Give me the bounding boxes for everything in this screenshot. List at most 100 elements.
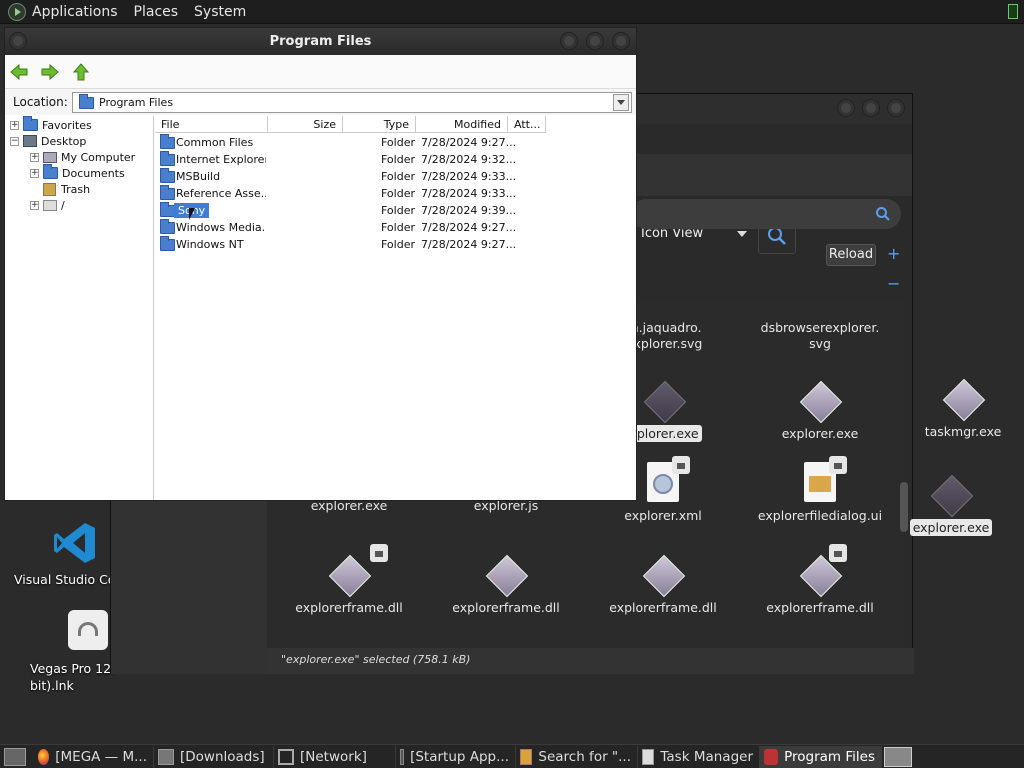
maximize-button[interactable] [586, 32, 604, 50]
tree-node-documents[interactable]: + Documents [30, 164, 125, 181]
minimize-button[interactable] [837, 99, 855, 117]
exe-file-icon [645, 382, 683, 420]
taskbar-item-network[interactable]: [Network] [274, 745, 396, 768]
taskbar-item-label: Program Files [784, 748, 875, 765]
file-label: taskmgr.exe [924, 424, 1002, 439]
file-row[interactable]: MSBuild Folder 7/28/2024 9:33... [155, 168, 636, 185]
file-row[interactable]: Internet Explorer Folder 7/28/2024 9:32.… [155, 151, 636, 168]
reload-button[interactable]: Reload [826, 244, 876, 266]
column-header-attributes[interactable]: Att... [508, 116, 546, 133]
file-item[interactable]: explorerframe.dll [588, 556, 738, 616]
taskbar-item-search[interactable]: Search for "... [516, 745, 638, 768]
file-label: explorerframe.dll [452, 600, 560, 615]
file-row-selected[interactable]: Sony Folder 7/28/2024 9:39... [155, 202, 636, 220]
forward-arrow-icon[interactable] [41, 63, 59, 81]
file-row[interactable]: Windows NT Folder 7/28/2024 9:27... [155, 236, 636, 253]
file-item[interactable]: dsbrowserexplorer. svg [745, 302, 895, 352]
tree-expander[interactable]: + [10, 120, 19, 130]
tray-indicator-icon[interactable] [1008, 4, 1018, 19]
folder-icon [160, 202, 175, 217]
column-header-file[interactable]: File [155, 116, 268, 133]
zoom-out-icon[interactable]: − [887, 274, 900, 293]
taskbar: [MEGA — M... [Downloads] [Network] [Star… [0, 744, 1024, 768]
network-icon [278, 748, 294, 765]
location-combobox[interactable]: Program Files [72, 92, 632, 113]
dll-file-icon [487, 556, 525, 594]
file-label: explorerframe.dll [766, 600, 874, 615]
chevron-down-icon[interactable] [737, 231, 747, 237]
task-manager-icon [642, 748, 655, 765]
taskbar-item-label: [Network] [300, 748, 367, 765]
file-item[interactable]: explorerfiledialog.ui [745, 456, 895, 524]
location-value: Program Files [99, 96, 174, 109]
file-label: explorerframe.dll [295, 600, 403, 615]
tree-node-favorites[interactable]: + Favorites [10, 116, 92, 133]
taskbar-item-label: [MEGA — M... [55, 748, 147, 765]
taskbar-item-downloads[interactable]: [Downloads] [154, 745, 274, 768]
file-row[interactable]: Reference Asse... Folder 7/28/2024 9:33.… [155, 185, 636, 202]
search-icon [768, 227, 786, 245]
minimize-button[interactable] [560, 32, 578, 50]
exe-file-icon [944, 380, 982, 418]
dll-file-icon [644, 556, 682, 594]
column-header-modified[interactable]: Modified [416, 116, 508, 133]
taskbar-item-mega[interactable]: [MEGA — M... [34, 745, 154, 768]
lock-icon [829, 544, 847, 562]
tree-node-trash[interactable]: Trash [43, 181, 90, 197]
up-arrow-icon[interactable] [72, 63, 90, 81]
dll-file-icon [330, 556, 368, 594]
taskbar-item-program-files[interactable]: Program Files [760, 745, 882, 768]
distro-logo-icon[interactable] [8, 2, 26, 21]
file-item[interactable]: explorer.exe [745, 382, 895, 442]
vertical-scrollbar[interactable] [900, 302, 908, 648]
wine-icon [764, 748, 779, 765]
dialog-titlebar[interactable]: Program Files [5, 28, 636, 55]
taskbar-item-startup[interactable]: [Startup App... [396, 745, 516, 768]
column-header-type[interactable]: Type [343, 116, 416, 133]
file-item[interactable]: explorerframe.dll [274, 544, 424, 616]
tree-node-label: Documents [62, 166, 125, 180]
status-bar: "explorer.exe" selected (758.1 kB) [267, 648, 914, 674]
file-name: Windows NT [176, 238, 244, 251]
back-arrow-icon[interactable] [10, 63, 28, 81]
workspace-switcher-icon[interactable] [884, 746, 912, 767]
tree-node-label: Favorites [42, 118, 92, 132]
menu-system[interactable]: System [194, 4, 246, 20]
tree-expander[interactable]: + [30, 200, 39, 210]
tree-expander[interactable]: + [30, 168, 39, 178]
top-panel: Applications Places System [0, 0, 1024, 24]
folder-icon [160, 168, 175, 183]
desktop-icon-vegas[interactable]: Vegas Pro 12. bit).lnk [24, 610, 124, 694]
taskbar-item-label: [Startup App... [410, 748, 509, 765]
window-menu-button[interactable] [9, 32, 27, 50]
search-field[interactable] [631, 199, 901, 229]
taskbar-item-task-manager[interactable]: Task Manager [638, 745, 760, 768]
tree-expander[interactable]: − [10, 136, 19, 146]
column-header-size[interactable]: Size [268, 116, 343, 133]
tree-node-my-computer[interactable]: + My Computer [30, 149, 135, 165]
file-item[interactable]: explorerframe.dll [745, 544, 895, 616]
file-type: Folder [381, 136, 415, 149]
file-row[interactable]: Common Files Folder 7/28/2024 9:27... [155, 134, 636, 151]
file-modified: 7/28/2024 9:27... [421, 221, 517, 234]
close-button[interactable] [887, 99, 905, 117]
tree-node-desktop[interactable]: − Desktop [10, 133, 86, 149]
file-item[interactable]: explorerframe.dll [431, 556, 581, 616]
folder-icon [160, 134, 175, 149]
desktop-file-item[interactable]: explorer.exe [876, 476, 1024, 536]
file-label: explorer.exe [909, 519, 993, 536]
close-button[interactable] [612, 32, 630, 50]
maximize-button[interactable] [862, 99, 880, 117]
file-type: Folder [381, 187, 415, 200]
menu-applications[interactable]: Applications [32, 4, 118, 20]
file-modified: 7/28/2024 9:27... [421, 136, 517, 149]
file-row[interactable]: Windows Media... Folder 7/28/2024 9:27..… [155, 219, 636, 236]
show-desktop-icon[interactable] [4, 747, 26, 766]
zoom-in-icon[interactable]: + [887, 244, 900, 263]
file-type: Folder [381, 221, 415, 234]
search-icon [876, 207, 890, 221]
tree-expander[interactable]: + [30, 152, 39, 162]
tree-node-root[interactable]: + / [30, 197, 65, 213]
menu-places[interactable]: Places [134, 4, 179, 20]
chevron-down-icon[interactable] [613, 94, 629, 111]
